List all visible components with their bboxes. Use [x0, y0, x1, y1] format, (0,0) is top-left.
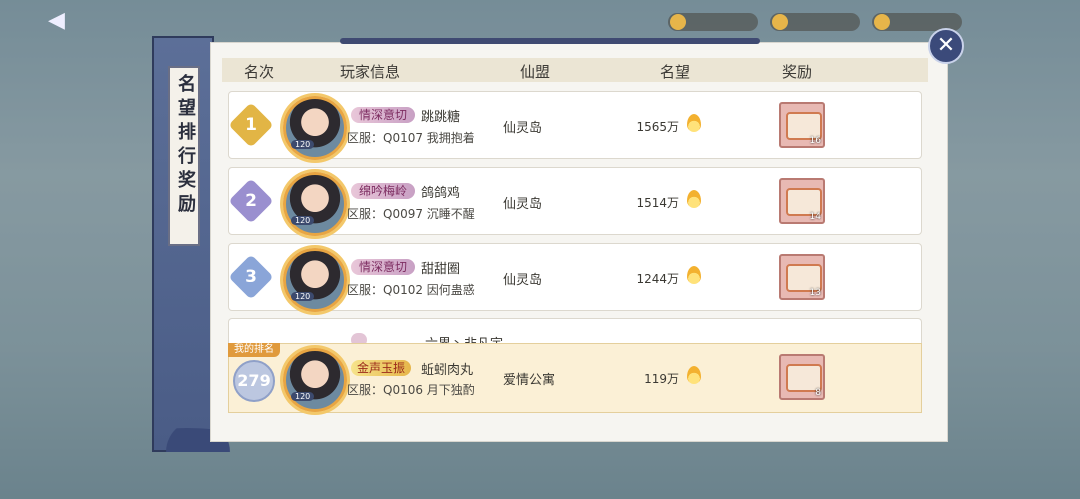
avatar[interactable]: [283, 348, 347, 412]
currency-icon: [772, 14, 788, 30]
table-row-partial[interactable]: 六界丶非凡宇: [228, 318, 922, 345]
table-row[interactable]: 2 120 绵吟梅岭 鸽鸽鸡 区服：Q0097 沉睡不醒 仙灵岛 1514万 1…: [228, 167, 922, 236]
header-player-info: 玩家信息: [340, 63, 401, 81]
player-name: 鸽鸽鸡: [421, 186, 461, 201]
server-info: 区服：Q0107 我拥抱着: [347, 131, 475, 145]
fame-value: 1565万: [636, 120, 679, 134]
flame-icon: [687, 190, 701, 208]
server-info: 区服：Q0106 月下独酌: [347, 383, 475, 397]
close-button[interactable]: ✕: [928, 28, 964, 64]
fame-value: 119万: [644, 372, 679, 386]
rank-number: 2: [245, 191, 257, 211]
table-row[interactable]: 1 120 情深意切 跳跳糖 区服：Q0107 我拥抱着 仙灵岛 1565万 1…: [228, 91, 922, 160]
reward-item[interactable]: 8: [779, 354, 825, 400]
fame-value: 1244万: [636, 272, 679, 286]
alliance-name: 仙灵岛: [503, 197, 543, 212]
resource-counter[interactable]: [668, 13, 758, 31]
level-badge: 120: [291, 292, 315, 301]
my-rank-tag: 我的排名: [228, 343, 280, 357]
reward-count: 13: [809, 288, 821, 298]
reward-count: 8: [815, 388, 821, 398]
alliance-name: 爱情公寓: [503, 373, 556, 388]
server-info: 区服：Q0102 因何蛊惑: [347, 283, 475, 297]
title-tag: 绵吟梅岭: [351, 183, 416, 199]
avatar[interactable]: [283, 96, 347, 160]
avatar[interactable]: [283, 172, 347, 236]
title-tag: 情深意切: [351, 107, 416, 123]
my-rank-row[interactable]: 279 120 金声玉振 蚯蚓肉丸 区服：Q0106 月下独酌 爱情公寓 119…: [228, 343, 922, 413]
top-bar: ◀: [0, 0, 1080, 40]
table-header: 名次 玩家信息 仙盟 名望 奖励: [222, 58, 928, 82]
header-alliance: 仙盟: [520, 63, 551, 81]
header-rank: 名次: [244, 63, 275, 81]
header-reward: 奖励: [782, 63, 813, 81]
flame-icon: [687, 266, 701, 284]
back-arrow-icon[interactable]: ◀: [48, 8, 78, 34]
player-name: 跳跳糖: [421, 110, 461, 125]
reward-count: 14: [809, 212, 821, 222]
reward-item[interactable]: 14: [779, 178, 825, 224]
reward-item[interactable]: 13: [779, 254, 825, 300]
title-scroll: 名望排行奖励: [168, 66, 200, 246]
my-rank-number: 279: [233, 360, 275, 402]
alliance-name: 仙灵岛: [503, 121, 543, 136]
avatar[interactable]: [283, 248, 347, 312]
title-tag: 金声玉振: [351, 360, 412, 376]
page-title: 名望排行奖励: [175, 74, 196, 218]
rank-number: 1: [245, 115, 257, 135]
flame-icon: [687, 114, 701, 132]
title-tag: 情深意切: [351, 259, 416, 275]
resource-counter[interactable]: [770, 13, 860, 31]
rank-number: 3: [245, 267, 257, 287]
alliance-name: 仙灵岛: [503, 273, 543, 288]
reward-count: 16: [809, 136, 821, 146]
flame-icon: [687, 366, 701, 384]
level-badge: 120: [291, 216, 315, 225]
currency-icon: [874, 14, 890, 30]
fame-value: 1514万: [636, 196, 679, 210]
level-badge: 120: [291, 392, 315, 401]
panel-top-trim: [340, 38, 760, 44]
currency-icon: [670, 14, 686, 30]
player-name: 蚯蚓肉丸: [421, 363, 474, 378]
table-row[interactable]: 3 120 情深意切 甜甜圈 区服：Q0102 因何蛊惑 仙灵岛 1244万 1…: [228, 243, 922, 312]
side-banner: 名望排行奖励: [152, 36, 214, 452]
reward-item[interactable]: 16: [779, 102, 825, 148]
server-info: 区服：Q0097 沉睡不醒: [347, 207, 475, 221]
player-name: 甜甜圈: [421, 262, 461, 277]
level-badge: 120: [291, 140, 315, 149]
header-fame: 名望: [660, 63, 691, 81]
